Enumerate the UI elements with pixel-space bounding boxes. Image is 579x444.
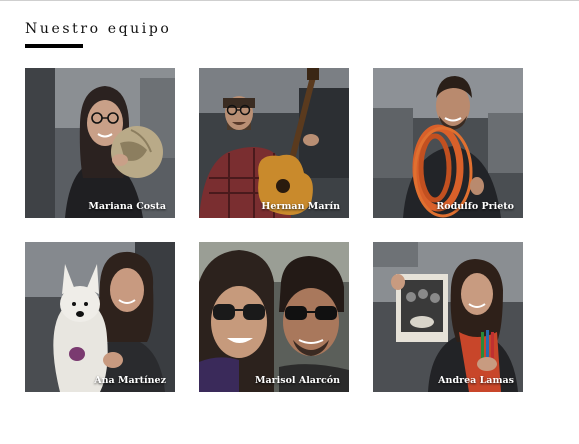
team-card[interactable]: Andrea Lamas <box>373 242 523 392</box>
team-card[interactable]: Mariana Costa <box>25 68 175 218</box>
team-card[interactable]: Rodulfo Prieto <box>373 68 523 218</box>
member-name: Andrea Lamas <box>438 375 514 386</box>
section-title: Nuestro equipo <box>25 21 172 37</box>
member-name: Rodulfo Prieto <box>436 201 514 212</box>
top-divider <box>0 0 579 1</box>
team-photo <box>373 242 523 392</box>
title-underline <box>25 44 83 48</box>
member-name: Ana Martínez <box>94 375 166 386</box>
team-card[interactable]: Ana Martínez <box>25 242 175 392</box>
team-card[interactable]: Herman Marín <box>199 68 349 218</box>
team-photo <box>199 68 349 218</box>
team-photo <box>199 242 349 392</box>
team-photo <box>25 242 175 392</box>
team-photo <box>25 68 175 218</box>
team-card[interactable]: Marisol Alarcón <box>199 242 349 392</box>
team-photo <box>373 68 523 218</box>
member-name: Marisol Alarcón <box>254 375 340 386</box>
member-name: Mariana Costa <box>88 201 166 212</box>
member-name: Herman Marín <box>261 201 340 212</box>
